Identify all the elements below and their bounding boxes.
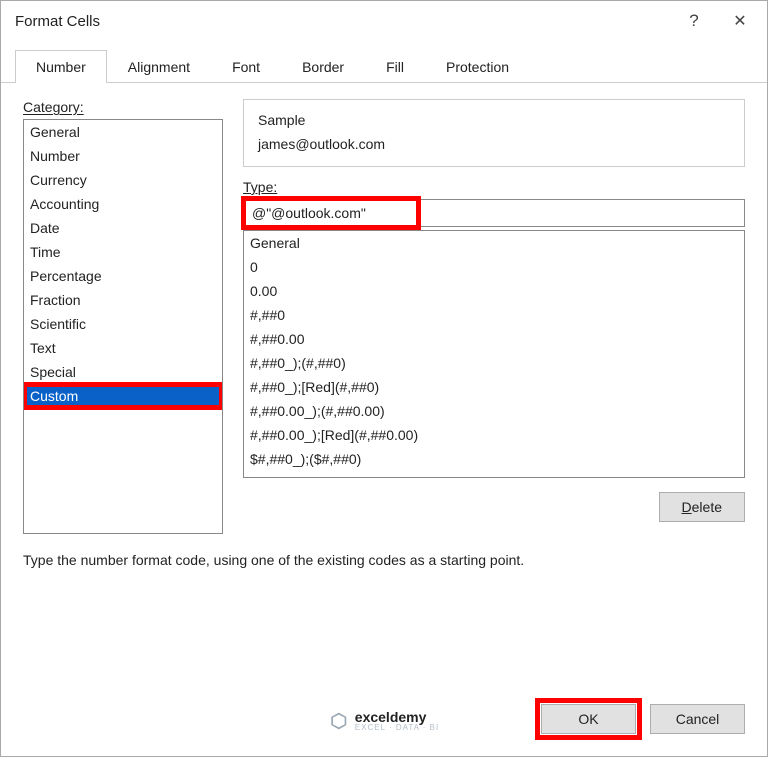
help-button[interactable]: ? [671, 4, 717, 38]
tab-strip: NumberAlignmentFontBorderFillProtection [1, 49, 767, 83]
tab-protection[interactable]: Protection [425, 50, 530, 83]
watermark-sub: EXCEL · DATA · BI [355, 723, 439, 732]
category-item-fraction[interactable]: Fraction [24, 288, 222, 312]
tab-font[interactable]: Font [211, 50, 281, 83]
sample-label: Sample [258, 112, 730, 128]
watermark-name: exceldemy [355, 709, 427, 725]
format-code-item[interactable]: $#,##0_);[Red]($#,##0) [244, 471, 744, 478]
format-cells-dialog: Format Cells ? ✕ NumberAlignmentFontBord… [0, 0, 768, 757]
format-code-listbox[interactable]: General00.00#,##0#,##0.00#,##0_);(#,##0)… [243, 230, 745, 478]
hint-text: Type the number format code, using one o… [23, 552, 745, 568]
category-item-date[interactable]: Date [24, 216, 222, 240]
category-item-general[interactable]: General [24, 120, 222, 144]
delete-button[interactable]: Delete [659, 492, 745, 522]
category-item-number[interactable]: Number [24, 144, 222, 168]
format-code-item[interactable]: 0.00 [244, 279, 744, 303]
format-code-item[interactable]: #,##0 [244, 303, 744, 327]
tab-number[interactable]: Number [15, 50, 107, 83]
titlebar: Format Cells ? ✕ [1, 1, 767, 41]
category-listbox[interactable]: GeneralNumberCurrencyAccountingDateTimeP… [23, 119, 223, 534]
format-code-item[interactable]: General [244, 231, 744, 255]
dialog-body: Category: GeneralNumberCurrencyAccountin… [1, 83, 767, 690]
format-code-item[interactable]: 0 [244, 255, 744, 279]
format-code-item[interactable]: #,##0.00_);[Red](#,##0.00) [244, 423, 744, 447]
category-item-scientific[interactable]: Scientific [24, 312, 222, 336]
category-item-accounting[interactable]: Accounting [24, 192, 222, 216]
format-code-item[interactable]: #,##0.00 [244, 327, 744, 351]
category-item-special[interactable]: Special [24, 360, 222, 384]
sample-value: james@outlook.com [258, 136, 730, 152]
category-label: Category: [23, 99, 223, 115]
cancel-button[interactable]: Cancel [650, 704, 745, 734]
category-item-currency[interactable]: Currency [24, 168, 222, 192]
watermark: exceldemy EXCEL · DATA · BI [329, 709, 439, 732]
close-button[interactable]: ✕ [717, 4, 763, 38]
format-code-item[interactable]: $#,##0_);($#,##0) [244, 447, 744, 471]
sample-box: Sample james@outlook.com [243, 99, 745, 167]
type-label: Type: [243, 179, 745, 195]
dialog-title: Format Cells [15, 13, 671, 30]
tab-fill[interactable]: Fill [365, 50, 425, 83]
dialog-footer: exceldemy EXCEL · DATA · BI OK Cancel [1, 690, 767, 756]
category-item-custom[interactable]: Custom [24, 384, 222, 408]
format-code-item[interactable]: #,##0_);[Red](#,##0) [244, 375, 744, 399]
tab-border[interactable]: Border [281, 50, 365, 83]
type-input[interactable] [243, 199, 745, 227]
category-item-percentage[interactable]: Percentage [24, 264, 222, 288]
category-item-text[interactable]: Text [24, 336, 222, 360]
ok-button[interactable]: OK [541, 704, 636, 734]
exceldemy-logo-icon [329, 711, 349, 731]
format-code-item[interactable]: #,##0.00_);(#,##0.00) [244, 399, 744, 423]
category-item-time[interactable]: Time [24, 240, 222, 264]
tab-alignment[interactable]: Alignment [107, 50, 211, 83]
format-code-item[interactable]: #,##0_);(#,##0) [244, 351, 744, 375]
